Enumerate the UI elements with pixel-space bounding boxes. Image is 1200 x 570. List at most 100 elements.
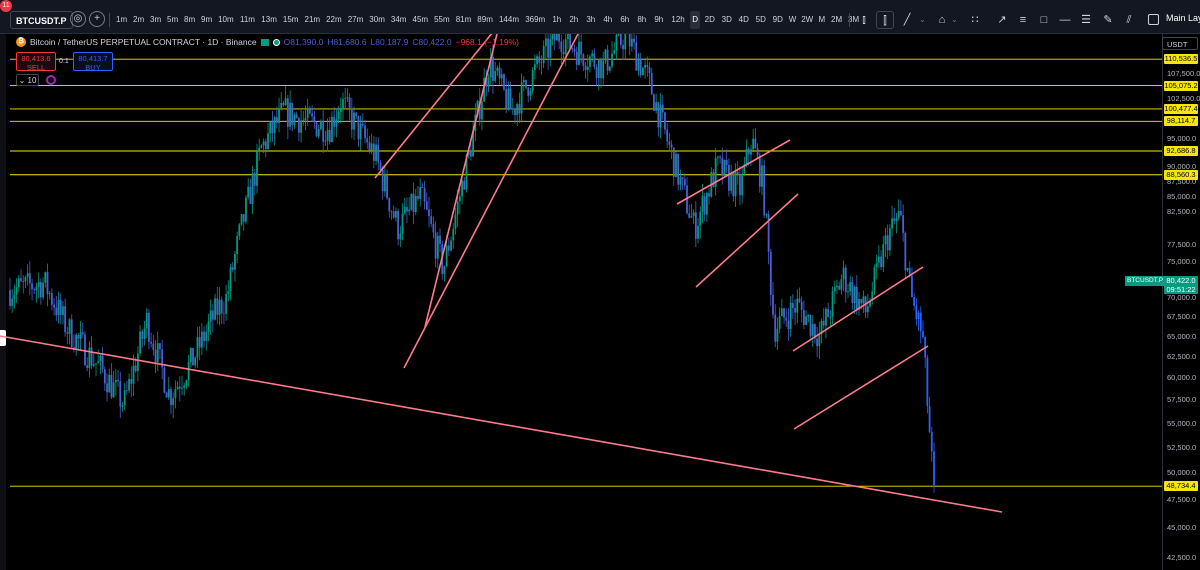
interval-5d[interactable]: 5D [753,11,768,29]
interval-2h[interactable]: 2h [566,11,581,29]
indicators-icon[interactable]: ⌂ [933,11,951,29]
interval-5m[interactable]: 5m [165,11,180,29]
interval-2m[interactable]: 2m [131,11,146,29]
interval-m[interactable]: M [817,11,828,29]
indicators-chevron-icon[interactable]: ⌄ [951,11,958,29]
bar-chart-type-icon[interactable]: ⫾ [855,11,873,29]
candles-chart-type-icon[interactable]: ⫿ [876,11,894,29]
interval-3h[interactable]: 3h [583,11,598,29]
interval-8h[interactable]: 8h [634,11,649,29]
rectangle-tool-icon[interactable]: □ [1035,11,1053,29]
candle-body [200,331,203,348]
price-tick: 50,000.0 [1167,468,1197,478]
interval-89m[interactable]: 89m [475,11,495,29]
buy-button[interactable]: 80,413.7 BUY [73,52,113,72]
candle-body [500,74,503,79]
interval-4d[interactable]: 4D [736,11,751,29]
candlestick-series [9,34,935,493]
interval-4h[interactable]: 4h [600,11,615,29]
candle-body [604,49,607,61]
market-open-dot-icon [272,38,280,46]
interval-9h[interactable]: 9h [651,11,666,29]
candle-body [776,328,779,342]
compare-plus-icon[interactable]: + [89,11,105,27]
candle-body [653,94,655,111]
interval-27m[interactable]: 27m [346,11,366,29]
level-price-label[interactable]: 105,075.2 [1164,80,1198,91]
candle-body [110,374,113,398]
level-price-label[interactable]: 48,734.4 [1164,481,1198,492]
candle-body [928,406,931,432]
interval-w[interactable]: W [787,11,798,29]
interval-3m[interactable]: 3m [148,11,163,29]
fib-tool-icon[interactable]: ≡ [1014,11,1032,29]
candle-body [679,177,682,185]
interval-81m[interactable]: 81m [454,11,474,29]
interval-8m[interactable]: 8m [182,11,197,29]
candle-body [902,215,905,233]
interval-3d[interactable]: 3D [719,11,734,29]
horizontal-line-tool-icon[interactable]: — [1056,11,1074,29]
candle-body [346,97,349,99]
candle-body [189,348,192,363]
interval-10m[interactable]: 10m [216,11,236,29]
interval-12h[interactable]: 12h [668,11,688,29]
level-price-label[interactable]: 110,536.5 [1164,54,1198,65]
candle-body [150,342,153,344]
interval-21m[interactable]: 21m [302,11,322,29]
volume-lots-dropdown[interactable]: ⌄ 10 [16,74,39,86]
interval-13m[interactable]: 13m [259,11,279,29]
brush-tool-icon[interactable]: ✎ [1099,11,1117,29]
chart-type-chevron-icon[interactable]: ⌄ [919,11,926,29]
trendline-tool-icon[interactable]: ↗ [993,11,1011,29]
interval-144m[interactable]: 144m [497,11,521,29]
currency-dropdown[interactable]: USDT [1162,37,1198,50]
legend-title[interactable]: Bitcoin / TetherUS PERPETUAL CONTRACT · … [30,37,257,47]
templates-grid-icon[interactable]: ∷ [966,11,984,29]
watchlist-shield-icon[interactable]: ◎ [70,11,86,27]
interval-34m[interactable]: 34m [389,11,409,29]
interval-d[interactable]: D [689,11,701,29]
interval-369m[interactable]: 369m [523,11,547,29]
candle-body [802,309,805,325]
candle-body [745,148,748,165]
candle-body [328,129,331,142]
interval-45m[interactable]: 45m [410,11,430,29]
interval-55m[interactable]: 55m [432,11,452,29]
pitchfork-tool-icon[interactable]: ⫽ [1120,11,1138,29]
hline-list-icon[interactable]: ☰ [1077,11,1095,29]
layout-name[interactable]: Main Layo [1166,13,1200,23]
level-price-label[interactable]: 88,560.3 [1164,169,1198,180]
notification-badge[interactable]: 11 [0,0,12,12]
candle-body [205,331,208,342]
interval-dropdown-chevron-icon[interactable]: ⌄ [837,11,844,29]
interval-2d[interactable]: 2D [702,11,717,29]
interval-1m[interactable]: 1m [114,11,129,29]
candle-body [26,273,29,278]
interval-22m[interactable]: 22m [324,11,344,29]
interval-1h[interactable]: 1h [549,11,564,29]
layout-checkbox-icon[interactable] [1148,14,1159,25]
candle-body [256,151,258,186]
candle-body [315,122,318,137]
sell-button[interactable]: 80,413.6 SELL [16,52,56,72]
line-chart-type-icon[interactable]: ╱ [898,11,916,29]
interval-30m[interactable]: 30m [367,11,387,29]
candle-body [701,196,704,212]
candle-body [57,299,60,316]
level-price-label[interactable]: 100,477.4 [1164,103,1198,114]
interval-15m[interactable]: 15m [281,11,301,29]
symbol-search-button[interactable]: BTCUSDT.P [10,11,73,29]
candle-body [231,267,234,270]
indicator-settings-icon[interactable] [46,75,56,85]
price-chart[interactable] [0,34,1162,570]
level-price-label[interactable]: 92,686.8 [1164,145,1198,156]
level-price-label[interactable]: 98,114.7 [1164,116,1198,127]
interval-6h[interactable]: 6h [617,11,632,29]
price-tick: 75,000.0 [1167,256,1197,266]
interval-11m[interactable]: 11m [238,11,258,29]
interval-9d[interactable]: 9D [770,11,785,29]
candle-body [447,245,450,251]
interval-2w[interactable]: 2W [800,11,815,29]
interval-9m[interactable]: 9m [199,11,214,29]
